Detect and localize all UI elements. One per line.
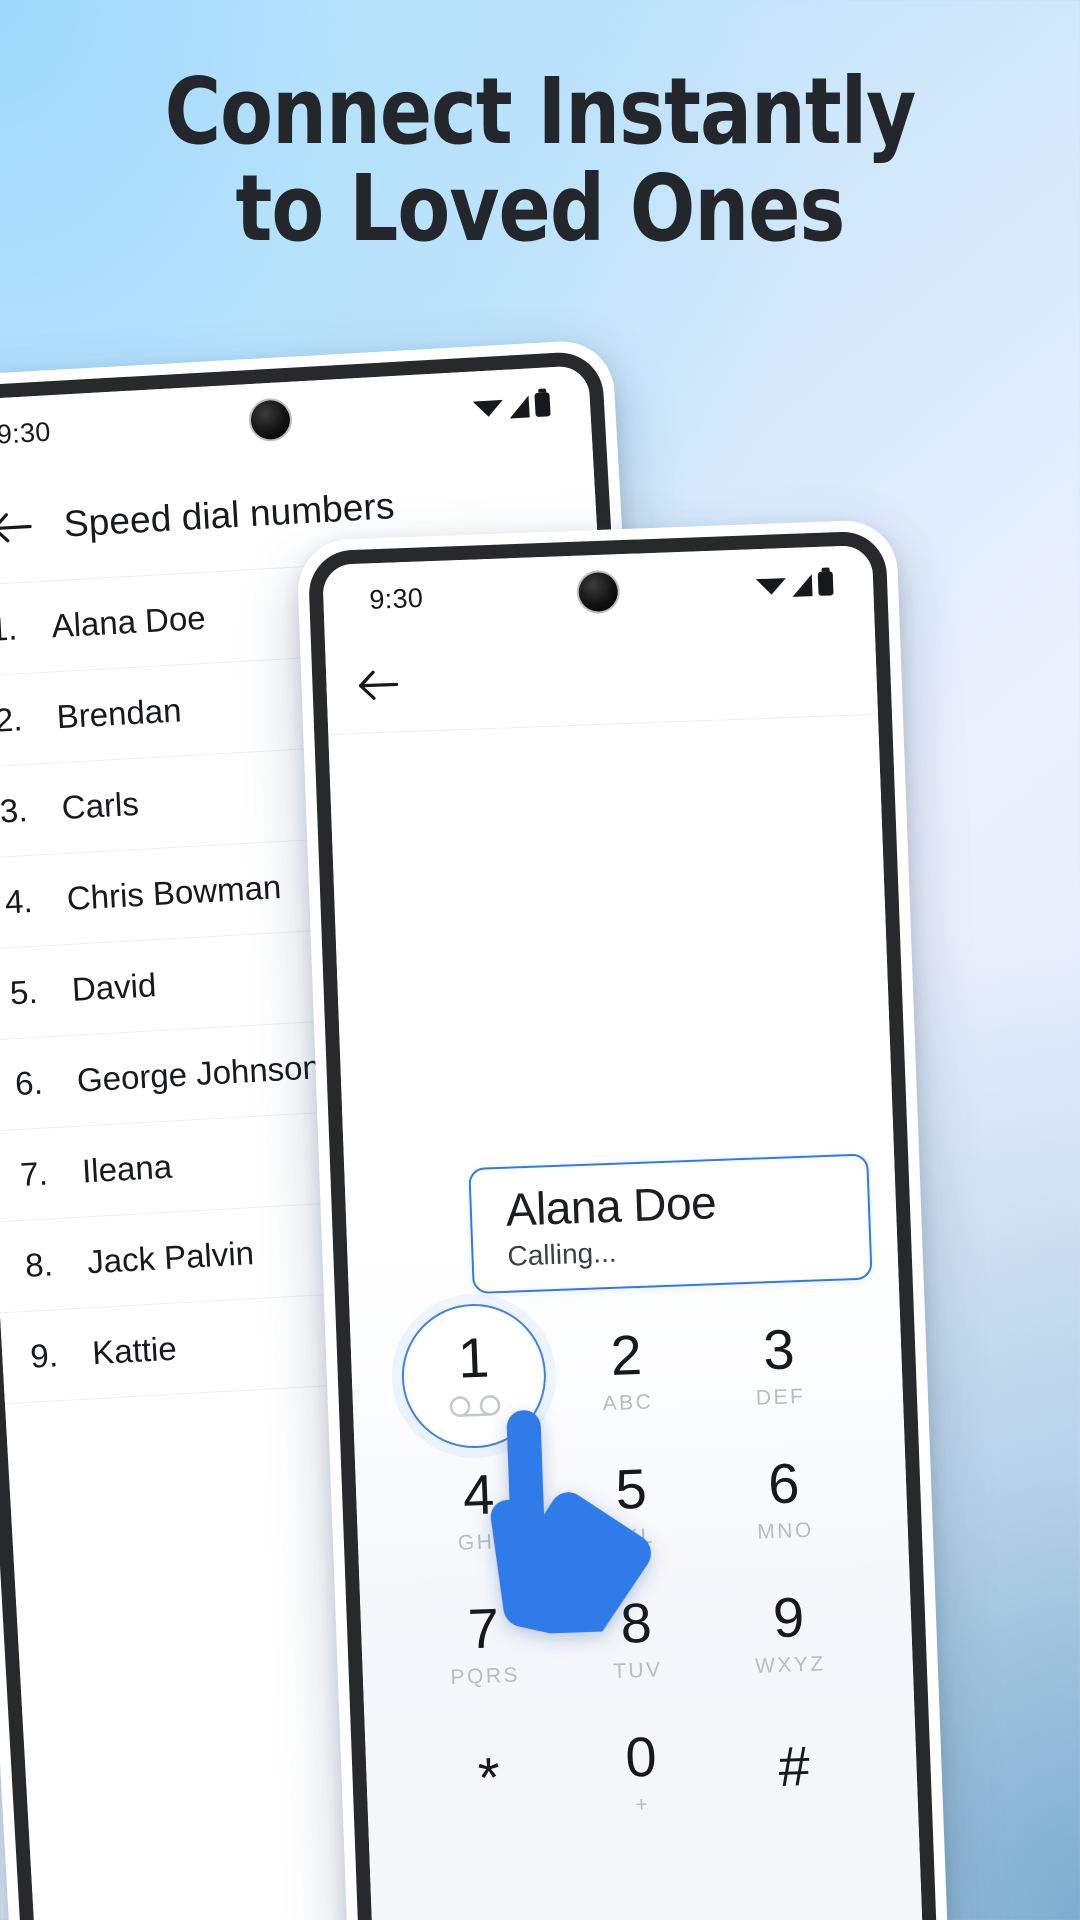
dialpad-key-9[interactable]: 9 WXYZ [711, 1566, 868, 1700]
speed-dial-index: 7. [19, 1154, 49, 1194]
speed-dial-index: 6. [14, 1063, 44, 1103]
dialpad-key-star[interactable]: * [410, 1711, 567, 1845]
phone-mockup-dialer: 9:30 Alana Doe Calling... 1 2 ABC 3 DEF … [296, 519, 951, 1920]
app-bar-title: Speed dial numbers [62, 484, 396, 545]
back-arrow-icon[interactable] [352, 658, 406, 712]
speed-dial-name: Carls [60, 784, 140, 827]
battery-icon [817, 571, 834, 596]
punch-hole-camera-icon [249, 399, 292, 441]
dialpad-key-letters: MNO [756, 1518, 815, 1544]
headline-line-2: to Loved Ones [235, 154, 846, 262]
pointing-hand-cursor [490, 1410, 651, 1637]
battery-icon [534, 392, 551, 418]
wifi-icon [755, 578, 787, 596]
speed-dial-name: Brendan [55, 691, 183, 736]
speed-dial-name: David [70, 966, 158, 1008]
dialpad-key-0[interactable]: 0 + [563, 1705, 720, 1839]
speed-dial-index: 1. [0, 609, 19, 648]
punch-hole-camera-icon [578, 571, 619, 613]
speed-dial-name: George Johnson [75, 1048, 322, 1099]
speed-dial-name: Kattie [91, 1329, 178, 1372]
dialpad-key-number: * [476, 1745, 501, 1810]
speed-dial-name: Jack Palvin [86, 1234, 255, 1281]
status-time: 9:30 [0, 416, 52, 450]
headline-line-1: Connect Instantly [164, 58, 917, 165]
dialpad-key-hash[interactable]: # [715, 1700, 872, 1834]
dialpad-key-letters: PQRS [450, 1663, 521, 1690]
phone2-bezel: 9:30 Alana Doe Calling... 1 2 ABC 3 DEF … [307, 530, 940, 1920]
dialpad-key-number: 3 [762, 1317, 796, 1382]
status-icons [472, 392, 551, 420]
dialpad-key-6[interactable]: 6 MNO [706, 1432, 863, 1566]
dialpad-key-number: 6 [766, 1451, 801, 1516]
speed-dial-index: 5. [9, 972, 39, 1012]
dialpad-key-letters: DEF [755, 1384, 806, 1410]
speed-dial-name: Ileana [81, 1147, 173, 1190]
dialpad-key-letters: TUV [612, 1658, 663, 1684]
speed-dial-name: Alana Doe [50, 598, 207, 645]
speed-dial-index: 3. [0, 791, 29, 830]
status-icons [755, 571, 834, 598]
speed-dial-index: 4. [3, 881, 34, 921]
signal-icon [791, 574, 813, 597]
call-status-card: Alana Doe Calling... [468, 1153, 873, 1294]
dialpad-key-number: 2 [609, 1322, 643, 1387]
speed-dial-name: Chris Bowman [65, 868, 283, 917]
dialpad-key-number: 9 [771, 1585, 806, 1650]
dialpad-key-number: 0 [624, 1724, 658, 1789]
status-time: 9:30 [368, 582, 424, 615]
dialpad-key-number: # [777, 1734, 811, 1799]
dialpad-key-letters: WXYZ [754, 1652, 827, 1678]
call-contact-name: Alana Doe [504, 1176, 717, 1236]
dialpad-key-3[interactable]: 3 DEF [701, 1298, 858, 1432]
page-title: Connect Instantly to Loved Ones [38, 63, 1042, 262]
dialpad-key-letters: + [634, 1792, 651, 1817]
call-status-text: Calling... [506, 1236, 617, 1272]
wifi-icon [472, 399, 504, 418]
speed-dial-index: 8. [24, 1245, 54, 1284]
speed-dial-index: 9. [29, 1336, 59, 1375]
dialer-body: Alana Doe Calling... 12ABC3DEF4GHI5JKL6M… [328, 714, 925, 1920]
signal-icon [508, 395, 530, 419]
dialpad-key-number: 1 [456, 1324, 491, 1390]
back-arrow-icon[interactable] [0, 500, 39, 555]
speed-dial-index: 2. [0, 700, 24, 739]
phone2-screen: 9:30 Alana Doe Calling... 1 2 ABC 3 DEF … [322, 544, 925, 1920]
